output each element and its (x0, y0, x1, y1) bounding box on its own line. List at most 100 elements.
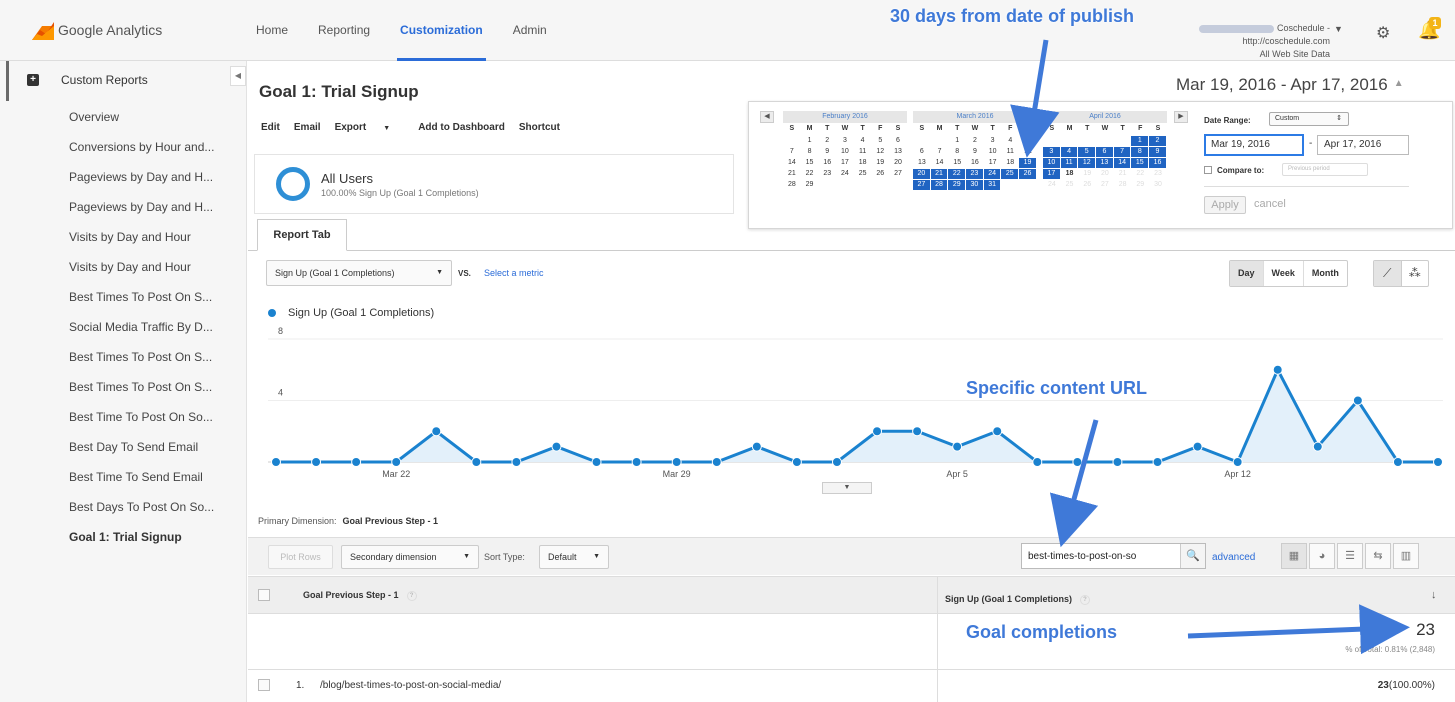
calendar-day[interactable]: 1 (948, 136, 966, 146)
calendar-day[interactable]: 8 (1131, 147, 1150, 157)
sidebar-item[interactable]: Overview (69, 108, 214, 138)
calendar-day[interactable]: 15 (801, 158, 819, 168)
calendar-day[interactable]: 23 (966, 169, 984, 179)
calendar-day[interactable]: 14 (783, 158, 801, 168)
sidebar-item[interactable]: Best Times To Post On S... (69, 288, 214, 318)
start-date-input[interactable]: Mar 19, 2016 (1204, 134, 1304, 156)
calendar-day[interactable]: 4 (854, 136, 872, 146)
search-input[interactable] (1022, 544, 1180, 568)
nav-reporting[interactable]: Reporting (318, 0, 370, 61)
calendar-day[interactable]: 11 (854, 147, 872, 157)
calendar-day[interactable]: 24 (836, 169, 854, 179)
calendar-day[interactable]: 11 (1060, 158, 1079, 168)
calendar-day[interactable]: 24 (1043, 180, 1061, 190)
email-button[interactable]: Email (294, 122, 321, 133)
calendar-day[interactable]: 28 (783, 180, 801, 190)
apply-button[interactable]: Apply (1204, 196, 1246, 214)
sidebar-item[interactable]: Pageviews by Day and H... (69, 198, 214, 228)
calendar-day[interactable]: 13 (889, 147, 907, 157)
plot-rows-button[interactable]: Plot Rows (268, 545, 333, 569)
calendar-day[interactable]: 3 (984, 136, 1002, 146)
sidebar-item[interactable]: Best Days To Post On So... (69, 498, 214, 528)
calendar-day[interactable]: 5 (871, 136, 889, 146)
calendar-day[interactable]: 4 (1060, 147, 1079, 157)
calendar-day[interactable]: 17 (984, 158, 1002, 168)
secondary-dimension-select[interactable]: Secondary dimension ▼ (341, 545, 479, 569)
bar-view-icon[interactable]: ☰ (1337, 543, 1363, 569)
calendar-day[interactable]: 21 (783, 169, 801, 179)
compare-select[interactable]: Previous period (1282, 163, 1368, 176)
calendar-day[interactable]: 2 (1149, 136, 1167, 146)
account-selector[interactable]: Coschedule - http://coschedule.com All W… (1130, 22, 1330, 61)
calendar-day[interactable]: 5 (1078, 147, 1097, 157)
calendar-day[interactable]: 14 (931, 158, 949, 168)
calendar-day[interactable]: 6 (889, 136, 907, 146)
calendar-day[interactable]: 22 (1131, 169, 1149, 179)
calendar-day[interactable]: 8 (801, 147, 819, 157)
day-button[interactable]: Day (1230, 261, 1264, 286)
export-button[interactable]: Export ▼ (335, 122, 405, 133)
sidebar-item[interactable]: Visits by Day and Hour (69, 258, 214, 288)
date-range-picker[interactable]: Mar 19, 2016 - Apr 17, 2016 ▲ (1176, 75, 1404, 95)
select-metric-link[interactable]: Select a metric (484, 268, 544, 278)
calendar-day[interactable]: 27 (889, 169, 907, 179)
date-range-select[interactable]: Custom ⇕ (1269, 112, 1349, 126)
add-to-dashboard-button[interactable]: Add to Dashboard (418, 122, 505, 133)
calendar-day[interactable]: 29 (801, 180, 819, 190)
calendar-day[interactable]: 19 (1019, 158, 1037, 168)
row-page-link[interactable]: /blog/best-times-to-post-on-social-media… (320, 680, 501, 691)
pivot-view-icon[interactable]: ▥ (1393, 543, 1419, 569)
sidebar-item[interactable]: Conversions by Hour and... (69, 138, 214, 168)
calendar-next-button[interactable]: ▶ (1174, 111, 1188, 123)
calendar-day[interactable]: 3 (1043, 147, 1061, 157)
nav-home[interactable]: Home (256, 0, 288, 61)
calendar-day[interactable]: 21 (1114, 169, 1132, 179)
primary-dimension-value[interactable]: Goal Previous Step - 1 (343, 516, 439, 526)
calendar-day[interactable]: 6 (1096, 147, 1114, 157)
column-header-signups[interactable]: Sign Up (Goal 1 Completions)? (945, 594, 1091, 605)
calendar-day[interactable]: 9 (966, 147, 984, 157)
help-icon[interactable]: ? (1080, 594, 1091, 605)
calendar-day[interactable]: 6 (913, 147, 931, 157)
calendar-day[interactable]: 11 (1001, 147, 1019, 157)
calendar-day[interactable]: 16 (818, 158, 836, 168)
calendar-day[interactable]: 1 (1131, 136, 1150, 146)
calendar-day[interactable]: 17 (836, 158, 854, 168)
select-all-checkbox[interactable] (258, 589, 270, 601)
compare-checkbox[interactable] (1204, 166, 1212, 174)
calendar-day[interactable]: 18 (1001, 158, 1019, 168)
comparison-view-icon[interactable]: ⇆ (1365, 543, 1391, 569)
calendar-day[interactable]: 26 (1019, 169, 1037, 179)
sidebar-item-active[interactable]: Goal 1: Trial Signup (69, 528, 214, 558)
help-icon[interactable]: ? (406, 590, 417, 601)
sidebar-item[interactable]: Best Day To Send Email (69, 438, 214, 468)
cancel-link[interactable]: cancel (1254, 198, 1286, 210)
sort-desc-icon[interactable]: ↓ (1431, 589, 1437, 601)
calendar-day[interactable]: 29 (948, 180, 967, 190)
account-caret-icon[interactable]: ▼ (1334, 24, 1343, 34)
calendar-day[interactable]: 20 (889, 158, 907, 168)
calendar-day[interactable]: 7 (783, 147, 801, 157)
calendar-day[interactable]: 23 (818, 169, 836, 179)
calendar-day[interactable]: 28 (930, 180, 949, 190)
calendar-day[interactable]: 5 (1019, 136, 1037, 146)
search-icon[interactable]: 🔍 (1180, 544, 1205, 568)
calendar-day[interactable]: 23 (1149, 169, 1167, 179)
calendar-day[interactable]: 30 (966, 180, 984, 190)
calendar-day[interactable]: 26 (1078, 180, 1096, 190)
calendar-day[interactable]: 9 (1149, 147, 1167, 157)
sidebar-item[interactable]: Best Times To Post On S... (69, 348, 214, 378)
calendar-day[interactable]: 2 (966, 136, 984, 146)
advanced-filter-link[interactable]: advanced (1212, 552, 1255, 563)
calendar-day[interactable]: 19 (871, 158, 889, 168)
calendar-day[interactable]: 14 (1113, 158, 1132, 168)
calendar-day[interactable]: 16 (966, 158, 984, 168)
calendar-day[interactable]: 27 (1096, 180, 1114, 190)
collapse-sidebar-button[interactable]: ◀ (230, 66, 246, 86)
calendar-day[interactable]: 13 (913, 158, 931, 168)
calendar-day[interactable]: 26 (871, 169, 889, 179)
calendar-day[interactable]: 16 (1149, 158, 1167, 168)
calendar-day[interactable]: 18 (854, 158, 872, 168)
calendar-day[interactable]: 8 (948, 147, 966, 157)
calendar-prev-button[interactable]: ◀ (760, 111, 774, 123)
